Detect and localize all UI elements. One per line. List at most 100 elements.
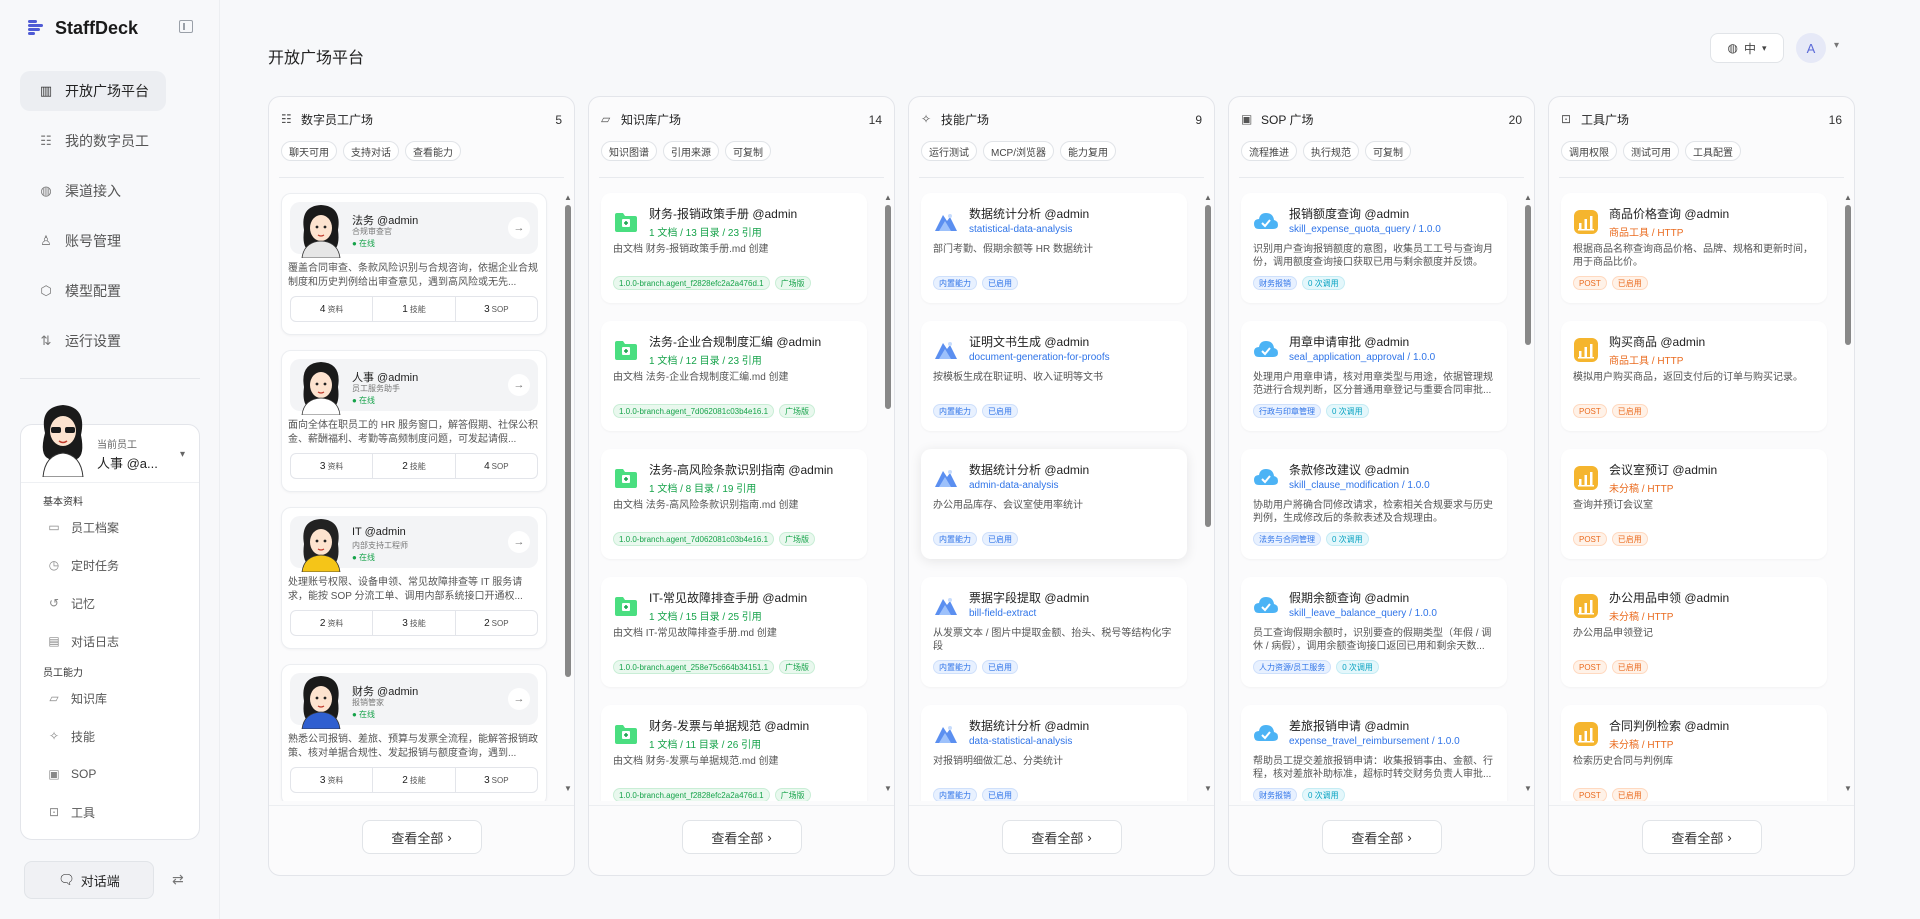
panel-card-list[interactable]: 数据统计分析 @admin statistical-data-analysis 部门…	[909, 187, 1214, 801]
resources-stat[interactable]: 2 资料	[291, 611, 374, 635]
filter-tag[interactable]: 支持对话	[343, 141, 399, 161]
nav-item-my-employees[interactable]: ☷ 我的数字员工	[20, 121, 166, 161]
filter-tag[interactable]: 可复制	[1365, 141, 1411, 161]
filter-tag[interactable]: 查看能力	[405, 141, 461, 161]
employee-menu-memory[interactable]: ↺ 记忆	[21, 584, 199, 622]
employee-menu-chat-log[interactable]: ▤ 对话日志	[21, 622, 199, 660]
knowledge-card[interactable]: 财务-报销政策手册 @admin 1 文档 / 13 目录 / 23 引用 由文档 …	[601, 193, 867, 303]
sop-stat[interactable]: 3 SOP	[456, 297, 537, 321]
arrow-right-icon[interactable]: →	[508, 217, 530, 239]
employee-menu-skills[interactable]: ✧ 技能	[21, 717, 199, 755]
chat-client-button[interactable]: 🗨 对话端	[24, 861, 154, 899]
nav-item-accounts[interactable]: ♙ 账号管理	[20, 221, 166, 261]
scroll-up-icon[interactable]: ▲	[1524, 193, 1532, 202]
employee-card[interactable]: 法务 @admin 合规审查官 ● 在线 → 覆盖合同审查、条款风险识别与合规咨询，依据…	[281, 193, 547, 335]
scrollbar[interactable]: ▲ ▼	[884, 193, 892, 793]
scroll-down-icon[interactable]: ▼	[1204, 784, 1212, 793]
sops-card[interactable]: 假期余额查询 @admin skill_leave_balance_query /…	[1241, 577, 1507, 687]
view-all-button[interactable]: 查看全部 ›	[1641, 820, 1762, 854]
skills-card[interactable]: 数据统计分析 @admin data-statistical-analysis 对报…	[921, 705, 1187, 801]
employee-menu-profile[interactable]: ▭ 员工档案	[21, 508, 199, 546]
knowledge-card[interactable]: 财务-发票与单据规范 @admin 1 文档 / 11 目录 / 26 引用 由文档…	[601, 705, 867, 801]
resources-stat[interactable]: 4 资料	[291, 297, 374, 321]
switch-arrows-icon[interactable]: ⇄	[172, 871, 184, 888]
arrow-right-icon[interactable]: →	[508, 688, 530, 710]
panel-card-list[interactable]: 报销额度查询 @admin skill_expense_quota_query /…	[1229, 187, 1534, 801]
panel-card-list[interactable]: 法务 @admin 合规审查官 ● 在线 → 覆盖合同审查、条款风险识别与合规咨询，依据…	[269, 187, 574, 801]
view-all-button[interactable]: 查看全部 ›	[1321, 820, 1442, 854]
filter-tag[interactable]: MCP/浏览器	[983, 141, 1054, 161]
arrow-right-icon[interactable]: →	[508, 531, 530, 553]
scroll-down-icon[interactable]: ▼	[1524, 784, 1532, 793]
employee-menu-sop[interactable]: ▣ SOP	[21, 755, 199, 793]
sops-card[interactable]: 条款修改建议 @admin skill_clause_modification /…	[1241, 449, 1507, 559]
filter-tag[interactable]: 流程推进	[1241, 141, 1297, 161]
view-all-button[interactable]: 查看全部 ›	[361, 820, 482, 854]
language-selector[interactable]: ◍ 中 ▾	[1710, 33, 1784, 63]
nav-item-run-settings[interactable]: ⇅ 运行设置	[20, 321, 166, 361]
skills-stat[interactable]: 1 技能	[373, 297, 456, 321]
scroll-up-icon[interactable]: ▲	[1204, 193, 1212, 202]
employee-card[interactable]: 财务 @admin 报销管家 ● 在线 → 熟悉公司报销、差旅、预算与发票全流程，能解答…	[281, 664, 547, 801]
skills-card[interactable]: 数据统计分析 @admin statistical-data-analysis 部门…	[921, 193, 1187, 303]
chevron-down-icon[interactable]: ▾	[1834, 40, 1839, 51]
resources-stat[interactable]: 3 资料	[291, 454, 374, 478]
nav-item-channels[interactable]: ◍ 渠道接入	[20, 171, 166, 211]
scrollbar[interactable]: ▲ ▼	[1844, 193, 1852, 793]
view-all-button[interactable]: 查看全部 ›	[1001, 820, 1122, 854]
knowledge-card[interactable]: 法务-高风险条款识别指南 @admin 1 文档 / 8 目录 / 19 引用 由文…	[601, 449, 867, 559]
skills-card[interactable]: 证明文书生成 @admin document-generation-for-pro…	[921, 321, 1187, 431]
employee-card[interactable]: 人事 @admin 员工服务助手 ● 在线 → 面向全体在职员工的 HR 服务窗口，解答…	[281, 350, 547, 492]
sidebar-collapse-icon[interactable]	[179, 20, 193, 33]
scroll-up-icon[interactable]: ▲	[1844, 193, 1852, 202]
sop-stat[interactable]: 2 SOP	[456, 611, 537, 635]
skills-card[interactable]: 票据字段提取 @admin bill-field-extract 从发票文本 / 图…	[921, 577, 1187, 687]
scrollbar[interactable]: ▲ ▼	[564, 193, 572, 793]
nav-item-models[interactable]: ⬡ 模型配置	[20, 271, 166, 311]
app-logo[interactable]: StaffDeck	[28, 17, 138, 39]
tools-card[interactable]: 办公用品申领 @admin 未分稿 / HTTP 办公用品申领登记 POST 已启用	[1561, 577, 1827, 687]
nav-item-open-plaza[interactable]: ▥ 开放广场平台	[20, 71, 166, 111]
sop-stat[interactable]: 4 SOP	[456, 454, 537, 478]
skills-stat[interactable]: 2 技能	[373, 768, 456, 792]
tools-card[interactable]: 会议室预订 @admin 未分稿 / HTTP 查询并预订会议室 POST 已启用	[1561, 449, 1827, 559]
filter-tag[interactable]: 测试可用	[1623, 141, 1679, 161]
tools-card[interactable]: 商品价格查询 @admin 商品工具 / HTTP 根据商品名称查询商品价格、品牌、…	[1561, 193, 1827, 303]
sops-card[interactable]: 差旅报销申请 @admin expense_travel_reimbursemen…	[1241, 705, 1507, 801]
scrollbar-thumb[interactable]	[1845, 205, 1851, 345]
skills-card[interactable]: 数据统计分析 @admin admin-data-analysis 办公用品库存、会…	[921, 449, 1187, 559]
filter-tag[interactable]: 知识图谱	[601, 141, 657, 161]
filter-tag[interactable]: 引用来源	[663, 141, 719, 161]
sops-card[interactable]: 用章申请审批 @admin seal_application_approval /…	[1241, 321, 1507, 431]
scrollbar-thumb[interactable]	[1525, 205, 1531, 345]
arrow-right-icon[interactable]: →	[508, 374, 530, 396]
scroll-down-icon[interactable]: ▼	[564, 784, 572, 793]
filter-tag[interactable]: 能力复用	[1060, 141, 1116, 161]
filter-tag[interactable]: 运行测试	[921, 141, 977, 161]
scrollbar-thumb[interactable]	[885, 205, 891, 409]
sop-stat[interactable]: 3 SOP	[456, 768, 537, 792]
employee-card[interactable]: IT @admin 内部支持工程师 ● 在线 → 处理账号权限、设备申领、常见故障排查等…	[281, 507, 547, 649]
resources-stat[interactable]: 3 资料	[291, 768, 374, 792]
employee-menu-tools[interactable]: ⊡ 工具	[21, 793, 199, 831]
tools-card[interactable]: 购买商品 @admin 商品工具 / HTTP 模拟用户购买商品，返回支付后的订单与…	[1561, 321, 1827, 431]
view-all-button[interactable]: 查看全部 ›	[681, 820, 802, 854]
scrollbar-thumb[interactable]	[1205, 205, 1211, 527]
knowledge-card[interactable]: IT-常见故障排查手册 @admin 1 文档 / 15 目录 / 25 引用 由文…	[601, 577, 867, 687]
scroll-down-icon[interactable]: ▼	[884, 784, 892, 793]
employee-menu-schedule[interactable]: ◷ 定时任务	[21, 546, 199, 584]
scrollbar[interactable]: ▲ ▼	[1204, 193, 1212, 793]
sops-card[interactable]: 报销额度查询 @admin skill_expense_quota_query /…	[1241, 193, 1507, 303]
filter-tag[interactable]: 可复制	[725, 141, 771, 161]
current-employee-selector[interactable]: 当前员工 人事 @a... ▾	[21, 405, 199, 483]
scrollbar-thumb[interactable]	[565, 205, 571, 677]
knowledge-card[interactable]: 法务-企业合规制度汇编 @admin 1 文档 / 12 目录 / 23 引用 由文…	[601, 321, 867, 431]
scroll-up-icon[interactable]: ▲	[564, 193, 572, 202]
panel-card-list[interactable]: 商品价格查询 @admin 商品工具 / HTTP 根据商品名称查询商品价格、品牌、…	[1549, 187, 1854, 801]
employee-menu-knowledge[interactable]: ▱ 知识库	[21, 679, 199, 717]
skills-stat[interactable]: 3 技能	[373, 611, 456, 635]
scroll-down-icon[interactable]: ▼	[1844, 784, 1852, 793]
filter-tag[interactable]: 调用权限	[1561, 141, 1617, 161]
skills-stat[interactable]: 2 技能	[373, 454, 456, 478]
panel-card-list[interactable]: 财务-报销政策手册 @admin 1 文档 / 13 目录 / 23 引用 由文档 …	[589, 187, 894, 801]
